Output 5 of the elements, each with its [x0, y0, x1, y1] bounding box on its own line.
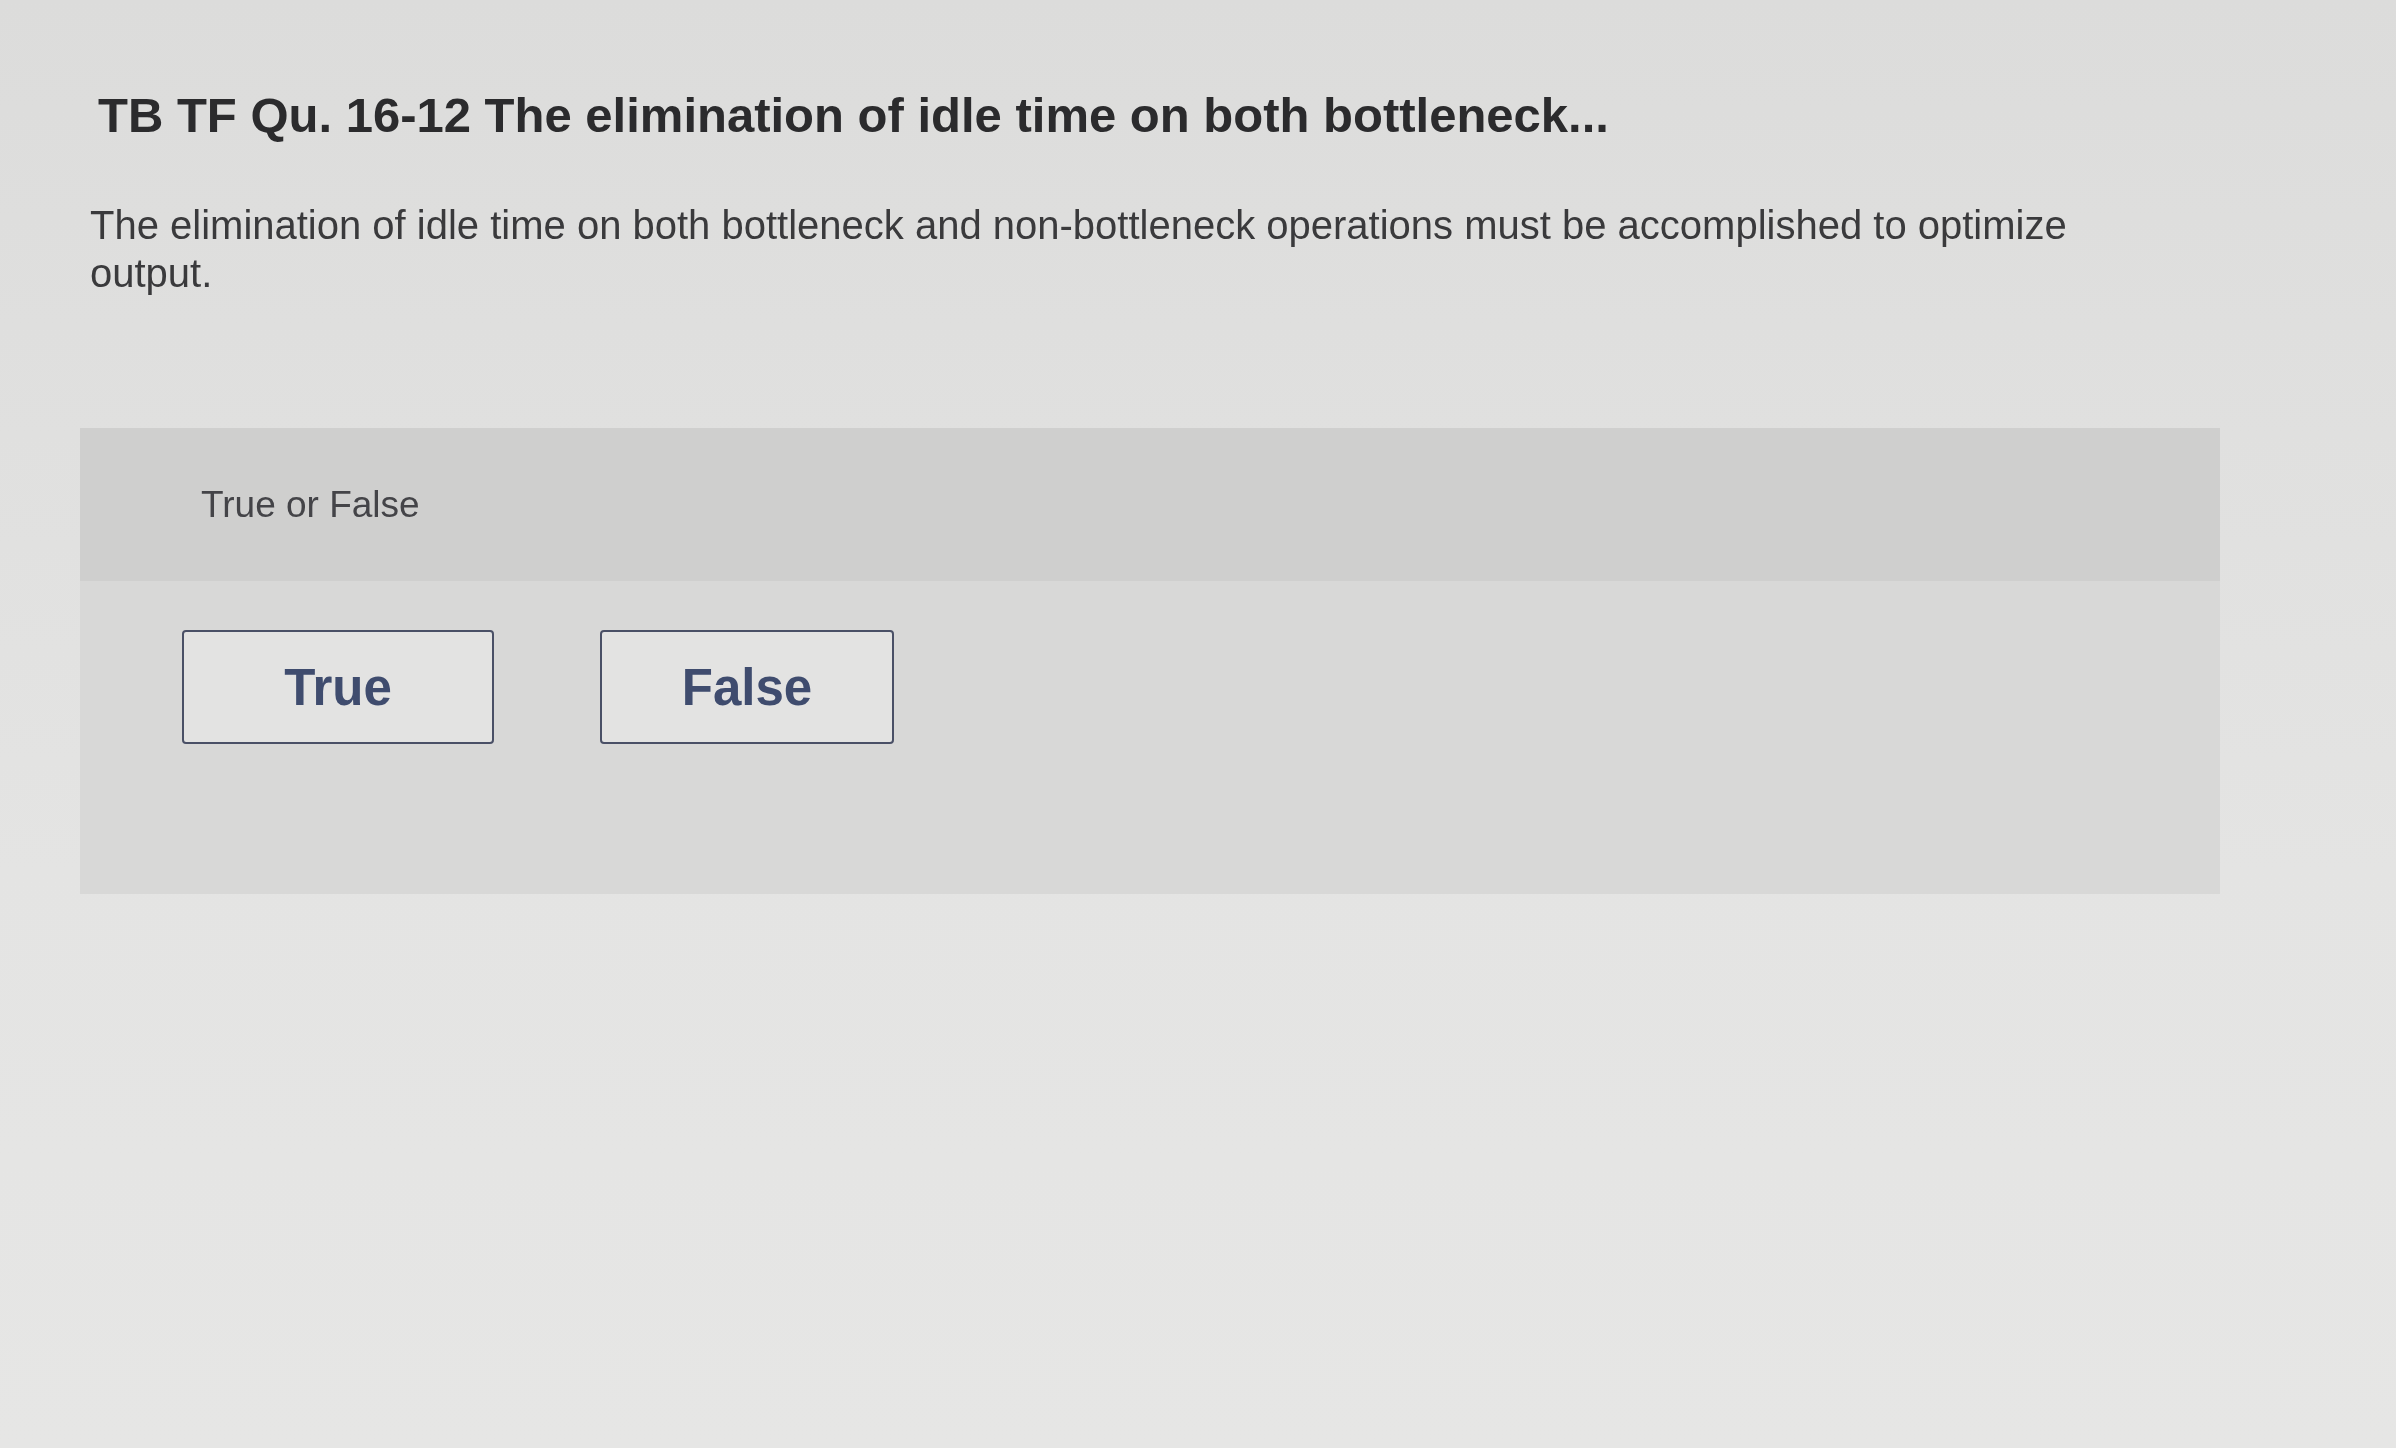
question-text: The elimination of idle time on both bottleneck and non-bottleneck operations must be accomplished to optimize output. — [90, 202, 2068, 297]
question-title: TB TF Qu. 16-12 The elimination of idle time on both bottleneck... — [98, 87, 1609, 144]
answer-option-button[interactable]: True — [182, 630, 494, 744]
answer-type-label: True or False — [201, 483, 420, 526]
answer-option-button[interactable]: False — [600, 630, 894, 744]
